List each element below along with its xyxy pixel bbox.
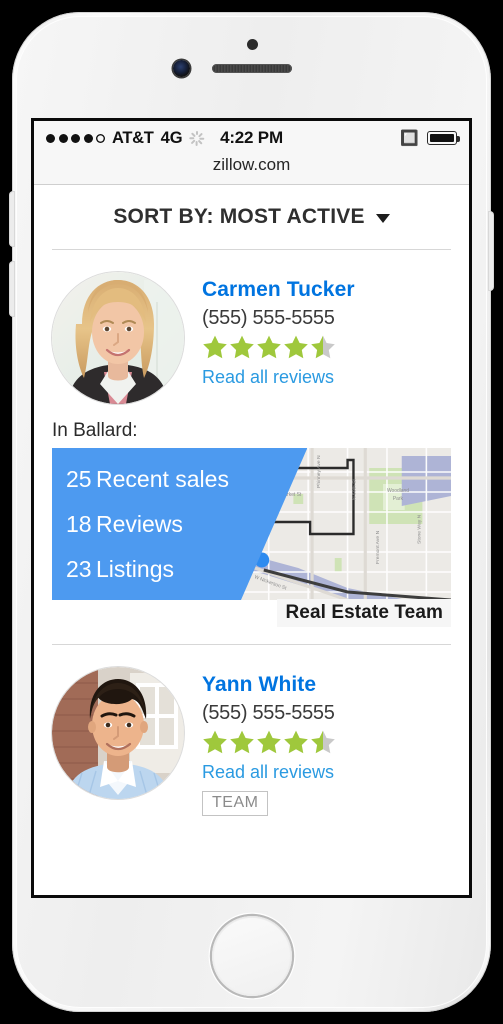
area-stats-list: 25 Recent sales 18 Reviews 23 Listings: [52, 448, 229, 600]
agent-info: Yann White (555) 555-5555 Read all revie…: [202, 667, 342, 816]
agent-phone[interactable]: (555) 555-5555: [202, 702, 342, 725]
svg-text:Park: Park: [393, 496, 404, 502]
stat-value: 25: [66, 465, 92, 492]
svg-text:Woodland: Woodland: [387, 488, 409, 494]
read-all-reviews-link[interactable]: Read all reviews: [202, 367, 334, 388]
battery-full-icon: [427, 131, 460, 145]
star-rating: [202, 334, 355, 361]
earpiece-speaker: [211, 64, 292, 73]
agent-name[interactable]: Carmen Tucker: [202, 278, 355, 302]
stat-recent-sales: 25 Recent sales: [66, 466, 229, 493]
ios-status-bar: AT&T 4G 4:22 PM 🔲: [34, 121, 469, 155]
stat-listings: 23 Listings: [66, 556, 229, 583]
spinner-icon: [189, 130, 205, 146]
stat-label: Recent sales: [96, 465, 229, 492]
stat-label: Reviews: [96, 510, 183, 537]
phone-device: AT&T 4G 4:22 PM 🔲 zillow.com SORT BY: MO…: [10, 12, 493, 1012]
svg-text:Fremont Ave N: Fremont Ave N: [375, 530, 381, 564]
sort-label: SORT BY: MOST ACTIVE: [113, 205, 365, 228]
svg-text:N 50th St: N 50th St: [351, 479, 357, 500]
agent-phone[interactable]: (555) 555-5555: [202, 307, 355, 330]
volume-down-button[interactable]: [10, 262, 14, 316]
home-button[interactable]: [211, 916, 292, 996]
signal-strength-icon: [46, 133, 105, 143]
team-badge: TEAM: [202, 791, 269, 816]
agent-name[interactable]: Yann White: [202, 673, 342, 697]
agent-header: Yann White (555) 555-5555 Read all revie…: [52, 667, 451, 816]
proximity-sensor-icon: [246, 39, 258, 50]
read-all-reviews-link[interactable]: Read all reviews: [202, 762, 334, 783]
volume-up-button[interactable]: [10, 192, 14, 246]
agent-card[interactable]: Carmen Tucker (555) 555-5555 Read all re…: [34, 250, 469, 644]
carrier-label: AT&T: [112, 128, 154, 147]
stat-value: 18: [66, 510, 92, 537]
bluetooth-icon: 🔲: [400, 129, 419, 147]
agent-avatar-carmen-tucker[interactable]: [52, 272, 184, 404]
status-bar-left: AT&T 4G: [46, 129, 205, 148]
neighborhood-map[interactable]: NW 85th St NW Market St WoodlandPark Lea…: [52, 448, 451, 600]
area-map-card[interactable]: NW 85th St NW Market St WoodlandPark Lea…: [52, 448, 451, 627]
browser-url-bar[interactable]: zillow.com: [34, 155, 469, 185]
sort-control[interactable]: SORT BY: MOST ACTIVE: [34, 185, 469, 249]
agent-header: Carmen Tucker (555) 555-5555 Read all re…: [52, 272, 451, 404]
power-button[interactable]: [489, 212, 493, 290]
svg-text:Stone Way N: Stone Way N: [416, 514, 422, 544]
chevron-down-icon: [375, 214, 390, 223]
real-estate-team-ribbon: Real Estate Team: [277, 599, 451, 627]
stat-reviews: 18 Reviews: [66, 511, 229, 538]
url-text: zillow.com: [212, 155, 291, 174]
area-label: In Ballard:: [52, 420, 138, 441]
agent-info: Carmen Tucker (555) 555-5555 Read all re…: [202, 272, 355, 388]
stat-value: 23: [66, 555, 92, 582]
star-rating: [202, 729, 342, 756]
phone-screen: AT&T 4G 4:22 PM 🔲 zillow.com SORT BY: MO…: [31, 118, 472, 898]
stat-label: Listings: [96, 555, 174, 582]
network-type-label: 4G: [160, 128, 183, 147]
agent-card[interactable]: Yann White (555) 555-5555 Read all revie…: [34, 645, 469, 830]
status-bar-right: 🔲: [400, 129, 460, 147]
page-content: SORT BY: MOST ACTIVE Carmen Tucker (555)…: [34, 185, 469, 895]
agent-avatar-yann-white[interactable]: [52, 667, 184, 799]
svg-text:Phinney Ave N: Phinney Ave N: [316, 455, 322, 488]
front-camera-icon: [173, 60, 190, 77]
